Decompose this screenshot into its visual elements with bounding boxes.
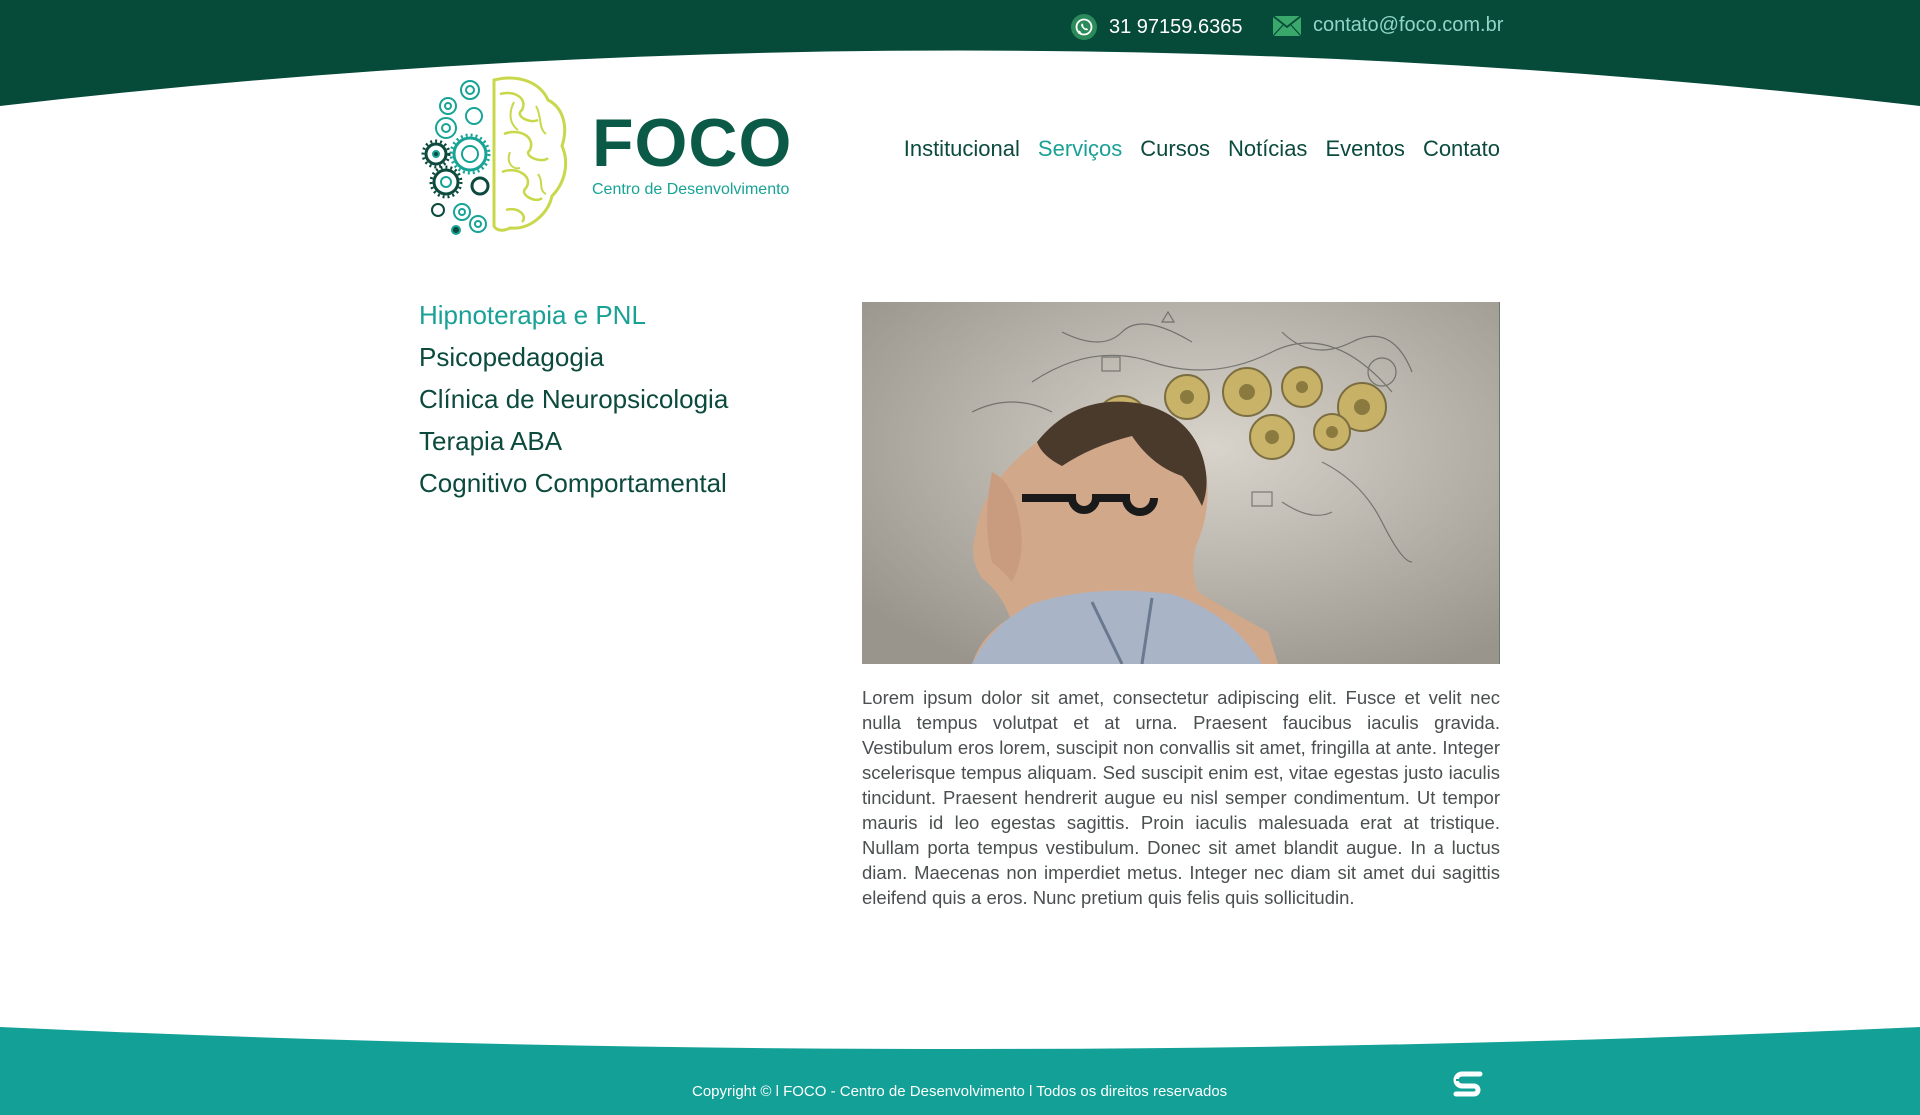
developer-logo-icon[interactable] [1450, 1068, 1486, 1100]
email-address: contato@foco.com.br [1313, 14, 1504, 36]
nav-item-servicos[interactable]: Serviços [1038, 136, 1122, 162]
phone-number: 31 97159.6365 [1109, 15, 1243, 38]
contact-bar: 31 97159.6365 contato@foco.com.br [0, 14, 1920, 46]
whatsapp-icon [1071, 14, 1097, 40]
service-item-hipnoterapia[interactable]: Hipnoterapia e PNL [419, 294, 728, 336]
phone-contact[interactable]: 31 97159.6365 [1071, 14, 1242, 40]
service-description: Lorem ipsum dolor sit amet, consectetur … [862, 687, 1500, 908]
logo-title: FOCO [592, 105, 793, 181]
services-menu: Hipnoterapia e PNL Psicopedagogia Clínic… [419, 294, 728, 504]
brain-gears-logo-icon [421, 76, 568, 235]
nav-item-cursos[interactable]: Cursos [1140, 136, 1210, 162]
logo-subtitle: Centro de Desenvolvimento [592, 181, 790, 198]
hero-image [862, 302, 1500, 664]
copyright-text: Copyright © l FOCO - Centro de Desenvolv… [692, 1083, 1228, 1100]
nav-item-institucional[interactable]: Institucional [904, 136, 1020, 162]
footer-band [0, 1015, 1920, 1115]
service-item-cognitivo[interactable]: Cognitivo Comportamental [419, 462, 728, 504]
main-nav: Institucional Serviços Cursos Notícias E… [904, 136, 1500, 162]
email-contact[interactable]: contato@foco.com.br [1273, 14, 1503, 37]
nav-item-contato[interactable]: Contato [1423, 136, 1500, 162]
service-item-psicopedagogia[interactable]: Psicopedagogia [419, 336, 728, 378]
envelope-icon [1273, 15, 1301, 36]
service-item-neuropsicologia[interactable]: Clínica de Neuropsicologia [419, 378, 728, 420]
logo-wordmark: FOCO Centro de Desenvolvimento [592, 109, 792, 199]
foco-logo[interactable]: FOCO Centro de Desenvolvimento [418, 72, 818, 236]
nav-item-eventos[interactable]: Eventos [1325, 136, 1405, 162]
nav-item-noticias[interactable]: Notícias [1228, 136, 1307, 162]
service-item-terapia-aba[interactable]: Terapia ABA [419, 420, 728, 462]
